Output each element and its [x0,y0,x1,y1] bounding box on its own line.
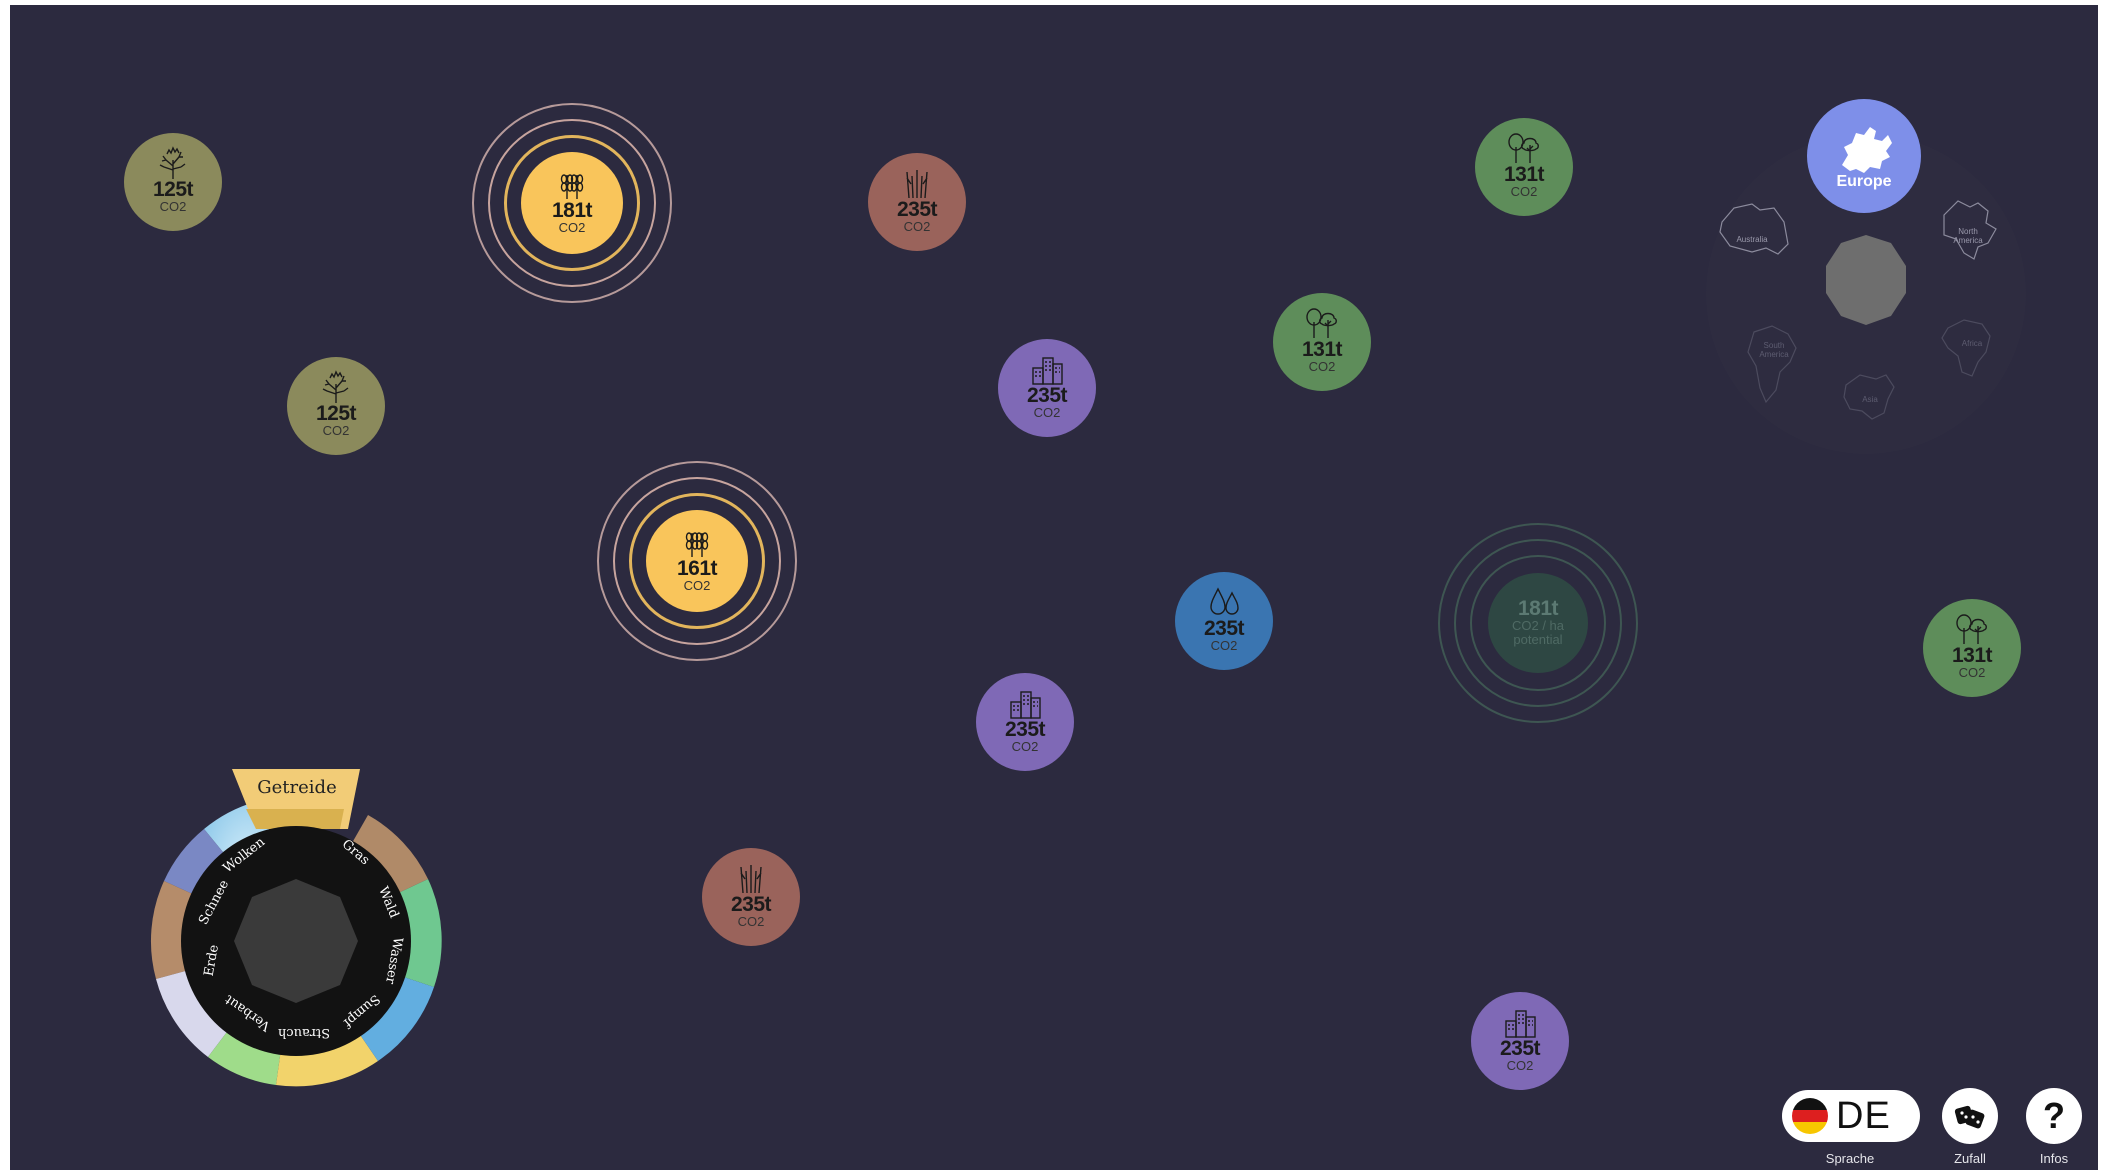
co2-bubble-city[interactable]: 235t CO2 [976,673,1074,771]
co2-value: 181t [551,199,593,222]
co2-unit: CO2 [903,219,931,234]
ecosystem-label-strauch[interactable]: Strauch [278,1025,330,1040]
region-label-africa[interactable]: Africa [1952,339,1992,348]
shrub-icon [159,146,186,179]
co2-unit: CO2 [1510,184,1538,199]
co2-bubble-forest[interactable]: 131t CO2 [1273,293,1371,391]
co2-value: 161t [676,557,718,580]
language-button[interactable]: DE [1782,1090,1920,1142]
potential-label: potential [1513,632,1563,647]
region-label-asia[interactable]: Asia [1850,395,1890,404]
co2-unit: CO2 [683,578,711,593]
water-drops-icon [1210,587,1239,615]
co2-unit: CO2 [737,914,765,929]
co2-bubble-water[interactable]: 235t CO2 [1175,572,1273,670]
city-icon [1010,691,1041,719]
trees-icon [1508,133,1539,163]
random-label: Zufall [1954,1151,1986,1166]
co2-value: 131t [1503,163,1545,186]
europe-map-icon [1842,127,1892,173]
co2-bubble-forest[interactable]: 131t CO2 [1923,599,2021,697]
ecosystem-selector[interactable]: Getreide Wolken Gras Wald Wasser Sumpf S… [100,715,500,1135]
co2-bubble-shrub[interactable]: 125t CO2 [287,357,385,455]
german-flag-icon [1792,1098,1828,1134]
co2-value: 131t [1951,644,1993,667]
co2-bubble-forest[interactable]: 131t CO2 [1475,118,1573,216]
grass-icon [740,865,762,894]
co2-value: 235t [1026,384,1068,407]
co2-value: 235t [1203,617,1245,640]
co2-value: 131t [1301,338,1343,361]
co2-bubble-city[interactable]: 235t CO2 [998,339,1096,437]
co2-value: 235t [896,198,938,221]
region-europe-button[interactable]: Europe [1807,99,1921,213]
trees-icon [1956,614,1987,644]
region-label-south-america[interactable]: South America [1752,341,1796,359]
co2-bubble-grass[interactable]: 235t CO2 [702,848,800,946]
question-mark-icon: ? [2043,1095,2065,1136]
co2-unit: CO2 [1033,405,1061,420]
co2-potential-bubble[interactable]: 181t CO2 / ha potential [1488,573,1588,673]
potential-unit: CO2 / ha [1511,618,1565,633]
co2-unit: CO2 [1958,665,1986,680]
grain-icon [685,532,709,557]
co2-unit: CO2 [1210,638,1238,653]
city-icon [1505,1010,1536,1038]
dice-icon [1954,1105,1985,1129]
potential-value: 181t [1517,597,1559,620]
grass-icon [906,170,928,199]
region-label-australia[interactable]: Australia [1732,235,1772,244]
random-button[interactable] [1942,1088,1998,1144]
co2-bubble-grass[interactable]: 235t CO2 [868,153,966,251]
language-code: DE [1836,1094,1891,1137]
co2-value: 235t [1499,1037,1541,1060]
co2-value: 235t [1004,718,1046,741]
info-label: Infos [2039,1151,2069,1166]
co2-value: 125t [315,402,357,425]
co2-bubble-city[interactable]: 235t CO2 [1471,992,1569,1090]
co2-unit: CO2 [1506,1058,1534,1073]
co2-value: 125t [152,178,194,201]
ecosystem-selected-label[interactable]: Getreide [242,777,352,798]
language-label: Sprache [1825,1151,1875,1166]
co2-bubble-shrub[interactable]: 125t CO2 [124,133,222,231]
co2-unit: CO2 [322,423,350,438]
co2-unit: CO2 [1011,739,1039,754]
co2-bubble-grain-selected[interactable]: 161t CO2 [646,510,748,612]
info-button[interactable]: ? [2026,1088,2082,1144]
region-selector[interactable]: Australia North America South America Af… [1700,85,2040,465]
co2-unit: CO2 [558,220,586,235]
co2-unit: CO2 [1308,359,1336,374]
ecosystem-center-octagon [234,879,358,1003]
co2-unit: CO2 [159,199,187,214]
city-icon [1032,357,1063,385]
region-label-north-america[interactable]: North America [1948,227,1988,245]
co2-bubble-grain-selected[interactable]: 181t CO2 [521,152,623,254]
region-selected-label: Europe [1836,173,1892,190]
grain-icon [560,174,584,199]
shrub-icon [322,370,349,403]
map-canvas[interactable]: 125t CO2 125t CO2 181t CO2 161t CO2 235t… [10,5,2098,1170]
trees-icon [1306,308,1337,338]
co2-value: 235t [730,893,772,916]
